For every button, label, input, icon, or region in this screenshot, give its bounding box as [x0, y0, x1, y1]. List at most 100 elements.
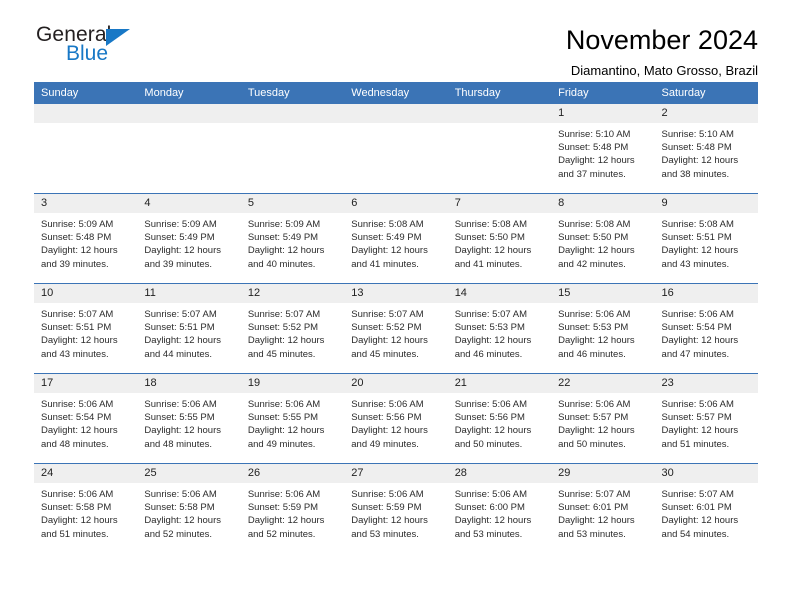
general-blue-logo[interactable]: General Blue [34, 24, 166, 72]
calendar-day-cell[interactable]: 11 Sunrise: 5:07 AM Sunset: 5:51 PM Dayligh… [137, 283, 241, 374]
daylight-duration-line1: Daylight: 12 hours [351, 515, 428, 527]
day-details: Sunrise: 5:08 AM Sunset: 5:50 PM Daylight:… [551, 213, 654, 271]
sunrise-time: Sunrise: 5:06 AM [41, 489, 114, 500]
daylight-duration-line1: Daylight: 12 hours [454, 515, 532, 527]
calendar-day-cell[interactable]: 9 Sunrise: 5:08 AM Sunset: 5:51 PM Daylight… [654, 193, 758, 284]
calendar-day-cell[interactable]: 17 Sunrise: 5:06 AM Sunset: 5:54 PM Dayligh… [34, 373, 138, 464]
calendar-day-cell[interactable]: 8 Sunrise: 5:08 AM Sunset: 5:50 PM Daylight… [551, 193, 655, 284]
sunrise-time: Sunrise: 5:06 AM [247, 399, 321, 410]
daylight-duration-line1: Daylight: 12 hours [558, 515, 635, 527]
day-number: 12 [240, 284, 345, 303]
day-number: 8 [551, 194, 655, 213]
calendar-day-cell[interactable]: 5 Sunrise: 5:09 AM Sunset: 5:49 PM Daylight… [240, 193, 345, 284]
daylight-duration-line1: Daylight: 12 hours [351, 245, 428, 257]
sunset-time: Sunset: 5:54 PM [661, 322, 732, 334]
day-number: 3 [34, 194, 138, 213]
daylight-duration-line1: Daylight: 12 hours [41, 335, 118, 347]
daylight-duration-line2: and 50 minutes. [454, 438, 523, 450]
day-details: Sunrise: 5:06 AM Sunset: 5:58 PM Daylight:… [34, 483, 137, 541]
sunrise-time: Sunrise: 5:08 AM [351, 219, 424, 230]
calendar-day-cell-empty [137, 104, 241, 194]
weekday-header-tuesday: Tuesday [240, 82, 345, 104]
calendar-day-cell[interactable]: 30 Sunrise: 5:07 AM Sunset: 6:01 PM Dayligh… [654, 463, 758, 553]
sunrise-time: Sunrise: 5:06 AM [558, 309, 631, 320]
calendar-day-cell[interactable]: 6 Sunrise: 5:08 AM Sunset: 5:49 PM Daylight… [344, 193, 448, 284]
daylight-duration-line1: Daylight: 12 hours [144, 425, 221, 437]
day-details: Sunrise: 5:07 AM Sunset: 5:52 PM Daylight:… [241, 303, 344, 361]
day-number: 17 [34, 374, 138, 393]
calendar-day-cell[interactable]: 29 Sunrise: 5:07 AM Sunset: 6:01 PM Dayligh… [551, 463, 655, 553]
sunset-time: Sunset: 5:59 PM [351, 502, 422, 514]
daylight-duration-line2: and 48 minutes. [41, 438, 109, 450]
calendar-day-cell[interactable]: 18 Sunrise: 5:06 AM Sunset: 5:55 PM Dayligh… [137, 373, 241, 464]
daylight-duration-line1: Daylight: 12 hours [661, 335, 739, 347]
sunrise-time: Sunrise: 5:07 AM [661, 489, 734, 500]
sunset-time: Sunset: 5:54 PM [41, 412, 112, 424]
sunrise-time: Sunrise: 5:06 AM [661, 399, 734, 410]
calendar-day-cell[interactable]: 21 Sunrise: 5:06 AM Sunset: 5:56 PM Dayligh… [447, 373, 552, 464]
calendar-day-cell[interactable]: 16 Sunrise: 5:06 AM Sunset: 5:54 PM Dayligh… [654, 283, 758, 374]
calendar-day-cell[interactable]: 2 Sunrise: 5:10 AM Sunset: 5:48 PM Daylight… [654, 104, 758, 194]
calendar-day-cell[interactable]: 23 Sunrise: 5:06 AM Sunset: 5:57 PM Dayligh… [654, 373, 758, 464]
daylight-duration-line1: Daylight: 12 hours [144, 515, 221, 527]
day-details: Sunrise: 5:07 AM Sunset: 6:01 PM Daylight:… [551, 483, 654, 541]
calendar-day-cell[interactable]: 3 Sunrise: 5:09 AM Sunset: 5:48 PM Daylight… [34, 193, 138, 284]
sunset-time: Sunset: 5:52 PM [247, 322, 319, 334]
calendar-day-cell[interactable]: 7 Sunrise: 5:08 AM Sunset: 5:50 PM Daylight… [447, 193, 552, 284]
day-details: Sunrise: 5:06 AM Sunset: 5:57 PM Daylight:… [655, 393, 758, 451]
calendar-page: General Blue November 2024 Diamantino, M… [0, 0, 792, 612]
calendar-day-cell[interactable]: 20 Sunrise: 5:06 AM Sunset: 5:56 PM Dayligh… [344, 373, 448, 464]
calendar-day-cell[interactable]: 27 Sunrise: 5:06 AM Sunset: 5:59 PM Dayligh… [344, 463, 448, 553]
calendar-week-row: 1 Sunrise: 5:10 AM Sunset: 5:48 PM Daylight… [34, 104, 758, 194]
calendar-day-cell[interactable]: 4 Sunrise: 5:09 AM Sunset: 5:49 PM Daylight… [137, 193, 241, 284]
day-number: 24 [34, 464, 138, 483]
sunset-time: Sunset: 5:48 PM [41, 232, 112, 244]
day-number: 29 [551, 464, 655, 483]
calendar-day-cell[interactable]: 10 Sunrise: 5:07 AM Sunset: 5:51 PM Dayligh… [34, 283, 138, 374]
calendar-day-cell[interactable]: 14 Sunrise: 5:07 AM Sunset: 5:53 PM Dayligh… [447, 283, 552, 374]
sunset-time: Sunset: 5:52 PM [351, 322, 422, 334]
day-number: 5 [240, 194, 345, 213]
day-number: 25 [137, 464, 241, 483]
calendar-day-cell[interactable]: 25 Sunrise: 5:06 AM Sunset: 5:58 PM Dayligh… [137, 463, 241, 553]
calendar-day-cell[interactable]: 24 Sunrise: 5:06 AM Sunset: 5:58 PM Dayligh… [34, 463, 138, 553]
sunrise-time: Sunrise: 5:09 AM [247, 219, 321, 230]
day-number: 19 [240, 374, 345, 393]
day-number: 13 [344, 284, 448, 303]
daylight-duration-line1: Daylight: 12 hours [41, 425, 118, 437]
day-number: 15 [551, 284, 655, 303]
day-details: Sunrise: 5:06 AM Sunset: 5:55 PM Daylight:… [241, 393, 344, 451]
calendar-day-cell[interactable]: 28 Sunrise: 5:06 AM Sunset: 6:00 PM Dayligh… [447, 463, 552, 553]
calendar-week-row: 3 Sunrise: 5:09 AM Sunset: 5:48 PM Daylight… [34, 193, 758, 284]
daylight-duration-line2: and 43 minutes. [41, 348, 109, 360]
daylight-duration-line2: and 51 minutes. [41, 528, 109, 540]
calendar-day-cell[interactable]: 12 Sunrise: 5:07 AM Sunset: 5:52 PM Dayligh… [240, 283, 345, 374]
day-details: Sunrise: 5:06 AM Sunset: 5:54 PM Daylight:… [655, 303, 758, 361]
calendar-day-cell[interactable]: 19 Sunrise: 5:06 AM Sunset: 5:55 PM Dayligh… [240, 373, 345, 464]
day-details: Sunrise: 5:08 AM Sunset: 5:51 PM Daylight:… [655, 213, 758, 271]
sunrise-time: Sunrise: 5:07 AM [454, 309, 528, 320]
calendar-day-cell[interactable]: 22 Sunrise: 5:06 AM Sunset: 5:57 PM Dayligh… [551, 373, 655, 464]
calendar-day-cell[interactable]: 13 Sunrise: 5:07 AM Sunset: 5:52 PM Dayligh… [344, 283, 448, 374]
daylight-duration-line2: and 39 minutes. [41, 258, 109, 270]
daylight-duration-line2: and 49 minutes. [247, 438, 316, 450]
daylight-duration-line2: and 51 minutes. [661, 438, 730, 450]
sunrise-time: Sunrise: 5:06 AM [41, 399, 114, 410]
day-details: Sunrise: 5:09 AM Sunset: 5:49 PM Daylight:… [137, 213, 240, 271]
calendar-day-cell[interactable]: 1 Sunrise: 5:10 AM Sunset: 5:48 PM Daylight… [551, 104, 655, 194]
day-details: Sunrise: 5:07 AM Sunset: 5:53 PM Daylight:… [448, 303, 551, 361]
calendar-day-cell-empty [240, 104, 345, 194]
calendar-day-cell[interactable]: 15 Sunrise: 5:06 AM Sunset: 5:53 PM Dayligh… [551, 283, 655, 374]
weekday-header-sunday: Sunday [34, 82, 138, 104]
sunset-time: Sunset: 5:51 PM [41, 322, 112, 334]
sunset-time: Sunset: 5:50 PM [454, 232, 525, 244]
day-number: 11 [137, 284, 241, 303]
sunset-time: Sunset: 5:49 PM [351, 232, 422, 244]
triangle-icon [106, 29, 130, 46]
sunrise-time: Sunrise: 5:09 AM [41, 219, 114, 230]
daylight-duration-line1: Daylight: 12 hours [661, 155, 739, 167]
day-number: 4 [137, 194, 241, 213]
sunrise-time: Sunrise: 5:07 AM [558, 489, 631, 500]
weekday-header-monday: Monday [137, 82, 241, 104]
calendar-day-cell[interactable]: 26 Sunrise: 5:06 AM Sunset: 5:59 PM Dayligh… [240, 463, 345, 553]
